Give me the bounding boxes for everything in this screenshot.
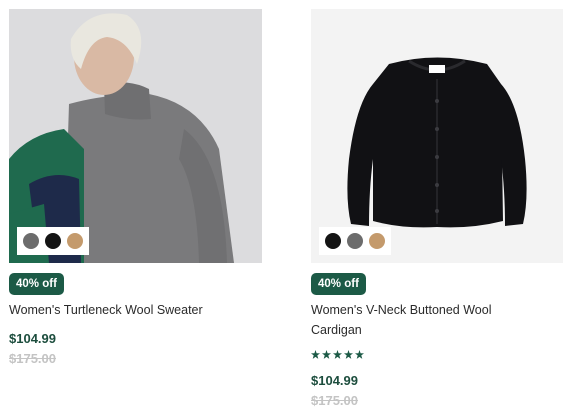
discount-badge: 40% off: [9, 273, 64, 295]
product-photo: [9, 9, 262, 263]
star-icon: [344, 350, 353, 359]
star-icon: [322, 350, 331, 359]
discount-badge: 40% off: [311, 273, 366, 295]
product-card-vneck-cardigan[interactable]: 40% off Women's V-Neck Buttoned Wool Car…: [311, 0, 563, 407]
sale-price: $104.99: [311, 373, 358, 388]
product-image-turtleneck-sweater[interactable]: [9, 9, 262, 263]
original-price: $175.00: [9, 351, 56, 366]
sale-price: $104.99: [9, 331, 56, 346]
swatch-camel[interactable]: [369, 233, 385, 249]
product-name-line1[interactable]: Women's V-Neck Buttoned Wool: [311, 300, 551, 320]
color-swatches: [319, 227, 391, 255]
product-photo: [311, 9, 563, 263]
star-icon: [311, 350, 320, 359]
star-icon: [333, 350, 342, 359]
swatch-gray[interactable]: [347, 233, 363, 249]
swatch-camel[interactable]: [67, 233, 83, 249]
color-swatches: [17, 227, 89, 255]
star-icon: [355, 350, 364, 359]
rating-stars: [311, 350, 364, 359]
product-name[interactable]: Women's Turtleneck Wool Sweater: [9, 300, 249, 320]
product-card-turtleneck-sweater[interactable]: 40% off Women's Turtleneck Wool Sweater …: [9, 0, 262, 366]
original-price: $175.00: [311, 393, 358, 407]
product-image-vneck-cardigan[interactable]: [311, 9, 563, 263]
swatch-gray[interactable]: [23, 233, 39, 249]
swatch-black[interactable]: [325, 233, 341, 249]
swatch-black[interactable]: [45, 233, 61, 249]
product-name-line2[interactable]: Cardigan: [311, 320, 551, 340]
